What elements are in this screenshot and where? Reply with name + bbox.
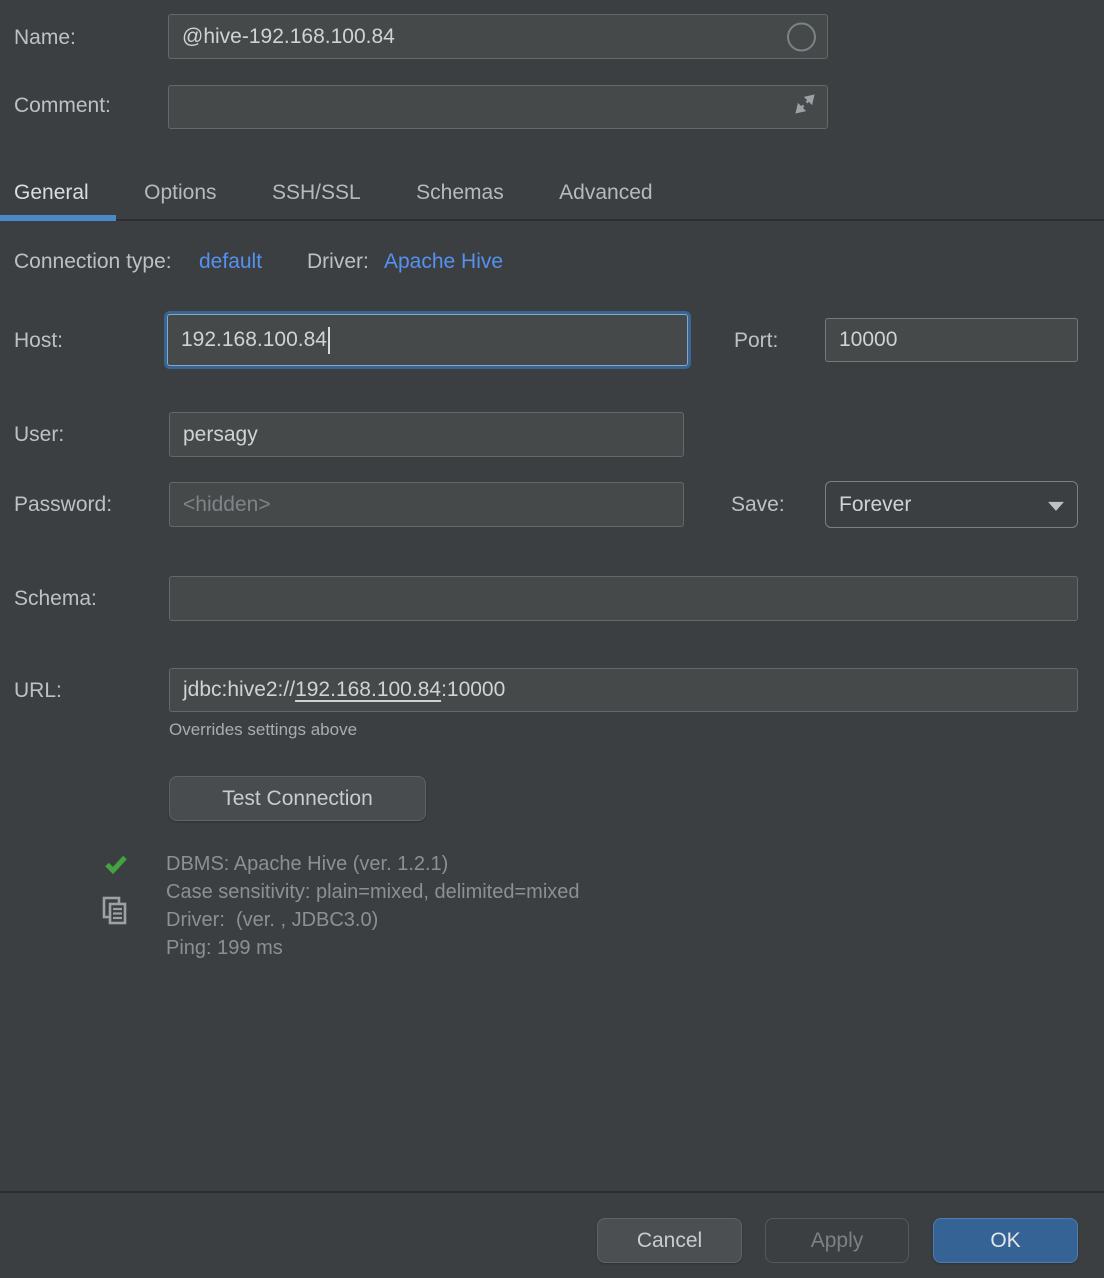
comment-label: Comment: [14,94,111,118]
url-hint: Overrides settings above [169,720,357,740]
cancel-button[interactable]: Cancel [597,1218,742,1263]
save-label: Save: [731,493,785,517]
success-check-icon [103,851,129,882]
name-label: Name: [14,26,76,50]
data-source-settings-dialog: Name: Comment: General Options SSH/SSL S… [0,0,1104,1278]
copy-icon[interactable] [100,895,130,932]
progress-circle-icon [787,22,816,51]
password-field-wrap [169,482,684,527]
password-label: Password: [14,493,112,517]
settings-tab-bar: General Options SSH/SSL Schemas Advanced [0,163,1104,221]
footer-divider [0,1191,1104,1193]
user-input[interactable] [183,413,670,456]
connection-type-label: Connection type: [14,250,172,274]
save-dropdown[interactable]: Forever [825,481,1078,528]
port-label: Port: [734,329,778,353]
url-host-part: 192.168.100.84 [295,678,441,702]
tab-ssh-ssl[interactable]: SSH/SSL [258,163,375,219]
status-driver-line: Driver: (ver. , JDBC3.0) [166,906,580,934]
test-connection-button[interactable]: Test Connection [169,776,426,821]
port-field-wrap [825,318,1078,362]
user-field-wrap [169,412,684,457]
url-label: URL: [14,679,62,703]
port-input[interactable] [839,319,1064,361]
chevron-down-icon [1048,501,1064,510]
connection-status-block: DBMS: Apache Hive (ver. 1.2.1) Case sens… [166,850,580,962]
tab-schemas[interactable]: Schemas [402,163,518,219]
apply-button[interactable]: Apply [765,1218,909,1263]
tab-general[interactable]: General [0,163,103,219]
connection-type-link[interactable]: default [199,250,262,274]
comment-input[interactable] [182,86,814,128]
status-case-line: Case sensitivity: plain=mixed, delimited… [166,878,580,906]
status-ping-line: Ping: 199 ms [166,934,580,962]
url-input[interactable]: jdbc:hive2://192.168.100.84:10000 [169,668,1078,712]
driver-link[interactable]: Apache Hive [384,250,503,274]
comment-field-wrap [168,85,828,129]
name-input[interactable] [182,15,814,58]
tab-options[interactable]: Options [130,163,230,219]
text-caret [328,327,330,354]
status-dbms-line: DBMS: Apache Hive (ver. 1.2.1) [166,850,580,878]
user-label: User: [14,423,64,447]
driver-label: Driver: [307,250,369,274]
password-input[interactable] [183,483,670,526]
ok-button[interactable]: OK [933,1218,1078,1263]
tab-advanced[interactable]: Advanced [545,163,666,219]
schema-input[interactable] [183,577,1064,620]
host-input[interactable]: 192.168.100.84 [167,314,688,366]
schema-field-wrap [169,576,1078,621]
expand-editor-icon[interactable] [792,91,818,123]
name-field-wrap [168,14,828,59]
schema-label: Schema: [14,587,97,611]
host-label: Host: [14,329,63,353]
